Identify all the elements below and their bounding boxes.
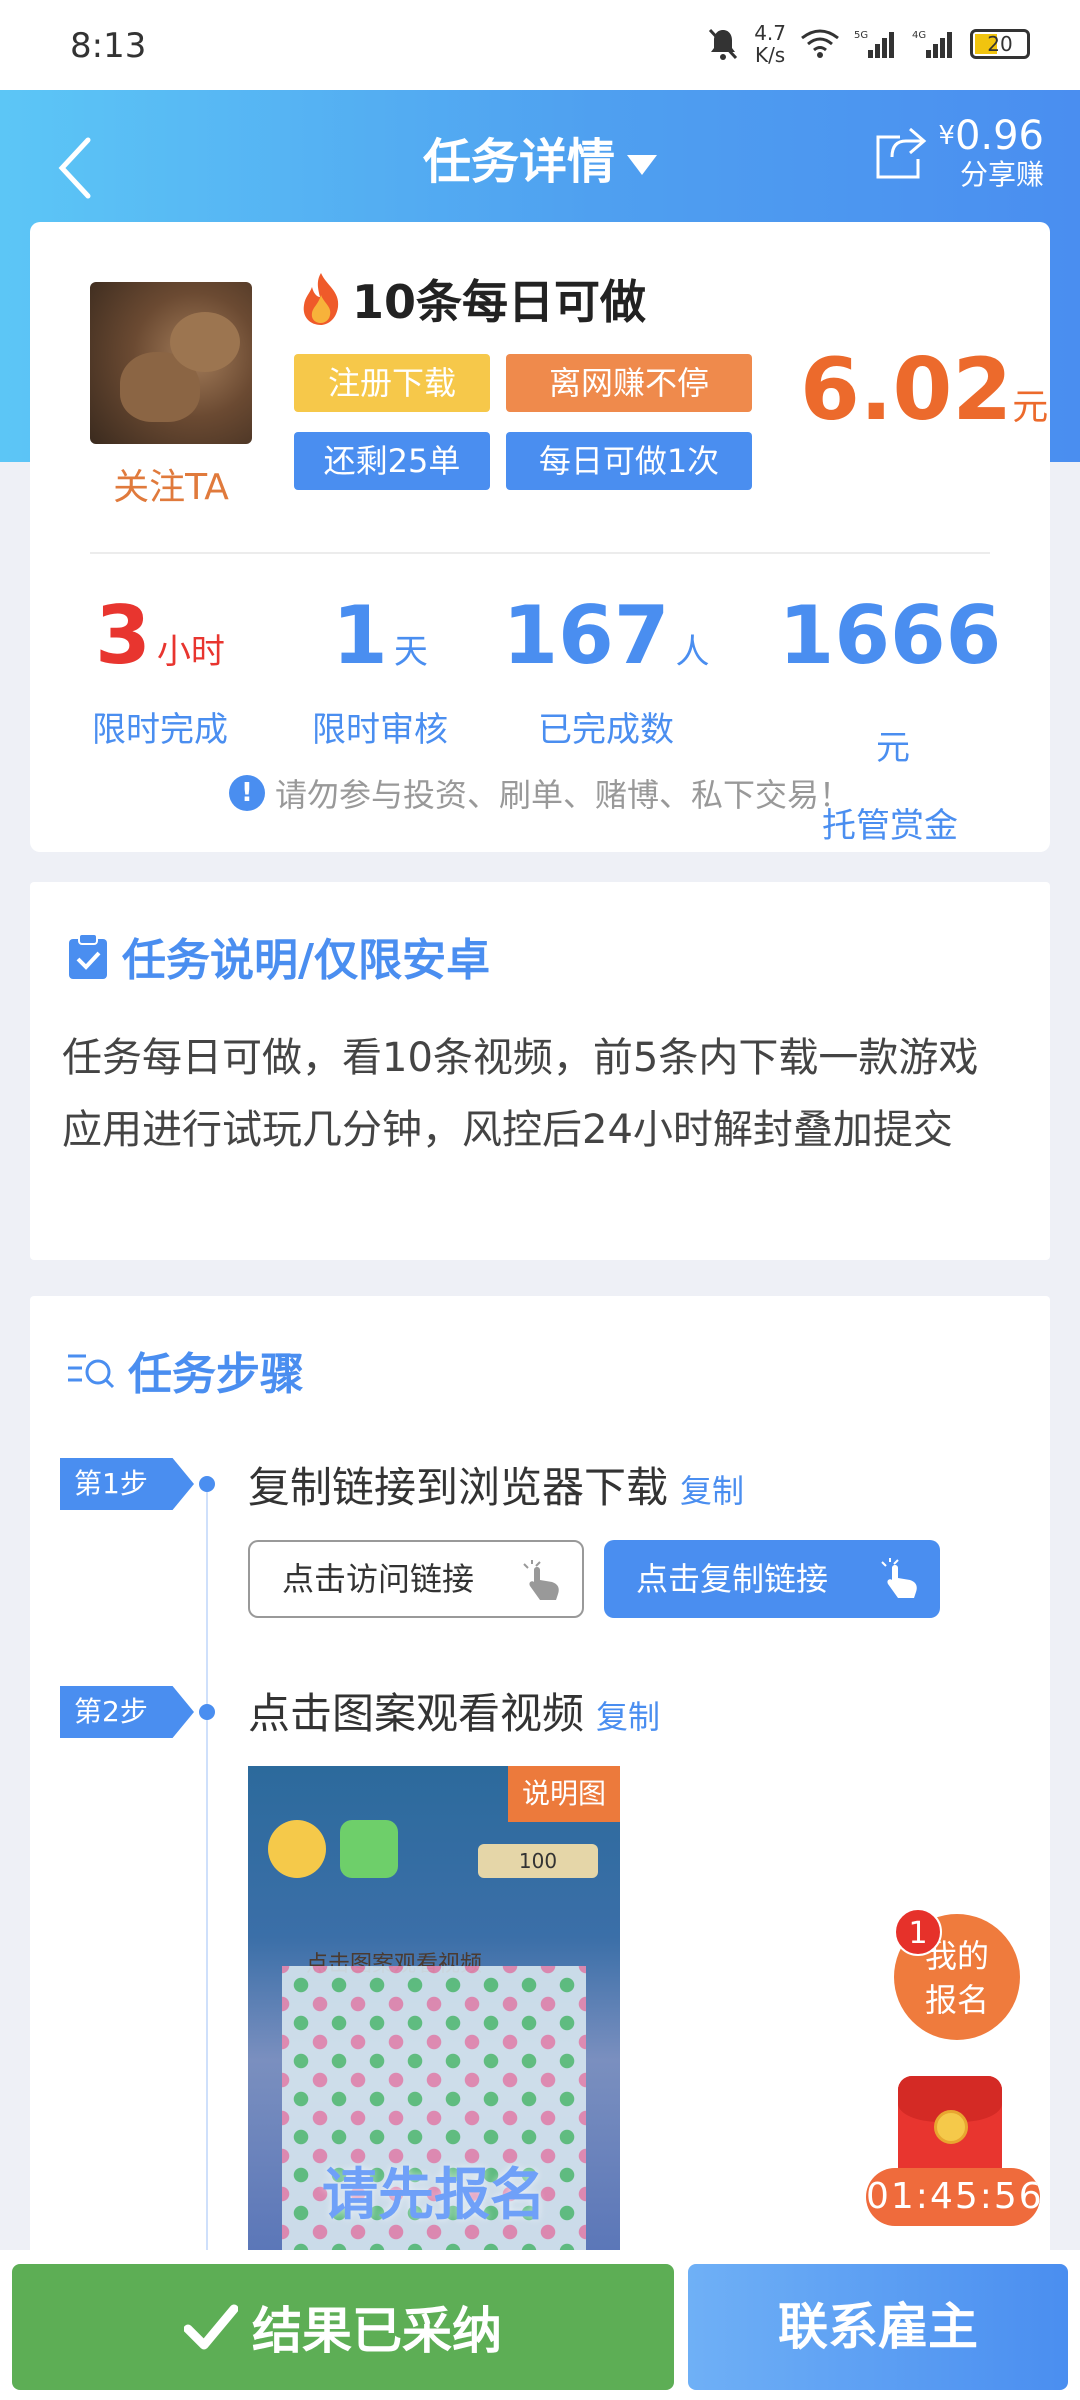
caret-down-icon bbox=[627, 155, 657, 175]
steps-timeline bbox=[206, 1486, 208, 2266]
copy-link-button[interactable]: 点击复制链接 bbox=[604, 1540, 940, 1618]
battery-icon: 20 bbox=[970, 29, 1030, 59]
signal-4g-icon: 4G bbox=[912, 30, 952, 58]
publisher-avatar[interactable] bbox=[90, 282, 252, 444]
tag-register-download: 注册下载 bbox=[294, 354, 490, 412]
tag-offline-earn: 离网赚不停 bbox=[506, 354, 752, 412]
step-2-badge: 第2步 bbox=[60, 1686, 194, 1738]
stat-label: 限时完成 bbox=[92, 710, 228, 750]
status-icons: 4.7 K/s 5G 4G 20 bbox=[706, 22, 1030, 66]
stat-time-limit: 3 小时 限时完成 bbox=[60, 588, 260, 751]
step-2-text: 点击图案观看视频 复制 bbox=[248, 1680, 660, 1741]
stat-unit: 人 bbox=[675, 632, 710, 672]
visit-link-button[interactable]: 点击访问链接 bbox=[248, 1540, 584, 1618]
description-heading: 任务说明/仅限安卓 bbox=[66, 924, 490, 988]
visit-link-label: 点击访问链接 bbox=[282, 1560, 475, 1598]
stat-value: 1 bbox=[332, 589, 388, 682]
clipboard-check-icon bbox=[69, 933, 107, 979]
bottom-action-bar: 结果已采纳 联系雇主 bbox=[0, 2250, 1080, 2400]
signal-5g-icon: 5G bbox=[854, 30, 894, 58]
game-icons bbox=[268, 1820, 398, 1878]
steps-heading: 任务步骤 bbox=[66, 1338, 304, 1402]
task-description-card: 任务说明/仅限安卓 任务每日可做，看10条视频，前5条内下载一款游戏应用进行试玩… bbox=[30, 882, 1050, 1260]
network-speed-value: 4.7 bbox=[754, 21, 786, 45]
mute-bell-icon bbox=[709, 28, 738, 60]
wifi-icon bbox=[801, 29, 839, 58]
result-accepted-button[interactable]: 结果已采纳 bbox=[12, 2264, 674, 2390]
result-accepted-label: 结果已采纳 bbox=[252, 2302, 502, 2360]
share-amount-value: 0.96 bbox=[954, 113, 1044, 159]
exclamation-icon: ! bbox=[228, 775, 265, 811]
stat-value: 1666 bbox=[778, 589, 1002, 682]
step-1-copy-link[interactable]: 复制 bbox=[680, 1472, 744, 1510]
my-signup-line2: 报名 bbox=[924, 1981, 989, 2019]
network-speed: 4.7 K/s bbox=[754, 22, 786, 66]
divider bbox=[90, 552, 990, 554]
share-earn-button[interactable]: ¥0.96 分享赚 bbox=[870, 114, 1044, 192]
step-2-copy-link[interactable]: 复制 bbox=[596, 1698, 660, 1736]
task-price: 6.02元 bbox=[800, 340, 1048, 440]
stat-unit: 元 bbox=[876, 728, 910, 768]
fire-icon bbox=[303, 273, 339, 325]
countdown-timer: 01:45:56 bbox=[866, 2168, 1040, 2226]
warning-text: 请勿参与投资、刷单、赌博、私下交易！ bbox=[274, 776, 851, 814]
stat-unit: 小时 bbox=[156, 632, 225, 672]
instruction-image-tag: 说明图 bbox=[508, 1766, 620, 1822]
warning-notice: ! 请勿参与投资、刷单、赌博、私下交易！ bbox=[30, 770, 1050, 816]
page-title: 任务详情 bbox=[422, 134, 615, 190]
status-time: 8:13 bbox=[70, 26, 147, 66]
checkmark-icon bbox=[184, 2304, 238, 2350]
stat-completed-count: 167 人 已完成数 bbox=[496, 588, 716, 751]
step-1-badge: 第1步 bbox=[60, 1458, 194, 1510]
step-1-dot bbox=[199, 1476, 215, 1492]
task-title: 10条每日可做 bbox=[296, 266, 646, 332]
step-2-text-label: 点击图案观看视频 bbox=[248, 1689, 585, 1738]
hand-pointer-icon bbox=[523, 1560, 559, 1600]
step-1-text: 复制链接到浏览器下载 复制 bbox=[248, 1454, 744, 1515]
status-bar: 8:13 4.7 K/s 5G 4G 20 bbox=[0, 0, 1080, 90]
network-speed-unit: K/s bbox=[754, 43, 786, 67]
tag-daily-limit: 每日可做1次 bbox=[506, 432, 752, 490]
instruction-image[interactable]: 100 点击图案观看视频 说明图 请先报名 bbox=[248, 1766, 620, 2256]
hand-pointer-icon bbox=[881, 1558, 917, 1598]
task-price-value: 6.02 bbox=[800, 340, 1013, 440]
copy-link-label: 点击复制链接 bbox=[636, 1560, 829, 1598]
svg-text:5G: 5G bbox=[854, 30, 868, 41]
signup-count-badge: 1 bbox=[894, 1908, 942, 1956]
svg-text:4G: 4G bbox=[912, 30, 926, 41]
task-summary-card: 关注TA 10条每日可做 注册下载 离网赚不停 还剩25单 每日可做1次 6.0… bbox=[30, 222, 1050, 852]
stat-value: 3 bbox=[95, 589, 151, 682]
contact-employer-button[interactable]: 联系雇主 bbox=[688, 2264, 1068, 2390]
follow-button[interactable]: 关注TA bbox=[90, 458, 252, 510]
share-amount: ¥0.96 bbox=[938, 114, 1044, 158]
task-steps-card: 任务步骤 第1步 复制链接到浏览器下载 复制 点击访问链接 点击复制链接 第2步 … bbox=[30, 1296, 1050, 2266]
stat-label: 已完成数 bbox=[538, 710, 674, 750]
task-price-unit: 元 bbox=[1012, 387, 1049, 428]
step-1-text-label: 复制链接到浏览器下载 bbox=[248, 1463, 669, 1512]
task-title-text: 10条每日可做 bbox=[352, 275, 647, 329]
list-search-icon bbox=[68, 1354, 115, 1389]
share-currency: ¥ bbox=[938, 121, 955, 151]
stat-label: 限时审核 bbox=[312, 710, 448, 750]
stat-unit: 天 bbox=[393, 632, 428, 672]
battery-level: 20 bbox=[987, 32, 1013, 56]
stat-value: 167 bbox=[502, 589, 670, 682]
stat-review-limit: 1天 限时审核 bbox=[280, 588, 480, 751]
description-heading-text: 任务说明/仅限安卓 bbox=[122, 935, 491, 986]
game-score-bar: 100 bbox=[478, 1844, 598, 1878]
steps-heading-text: 任务步骤 bbox=[128, 1349, 304, 1400]
step-2-dot bbox=[199, 1704, 215, 1720]
signup-first-overlay: 请先报名 bbox=[322, 2163, 546, 2228]
description-text: 任务每日可做，看10条视频，前5条内下载一款游戏应用进行试玩几分钟，风控后24小… bbox=[62, 1035, 979, 1153]
tag-remaining-orders: 还剩25单 bbox=[294, 432, 490, 490]
share-icon bbox=[876, 127, 927, 179]
share-label: 分享赚 bbox=[959, 158, 1044, 191]
